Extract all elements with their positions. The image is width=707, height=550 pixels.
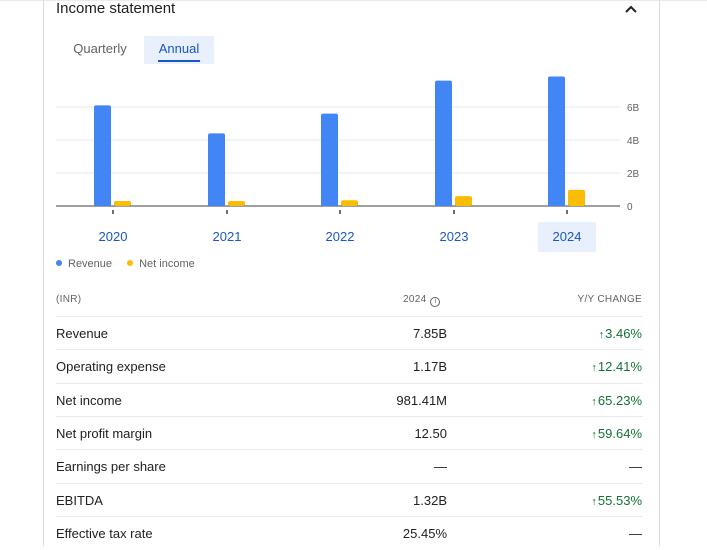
year-button-2022[interactable]: 2022 (311, 222, 369, 252)
table-row: Effective tax rate 25.45% — (56, 515, 643, 550)
row-change-value: 12.41% (597, 359, 642, 375)
tab-quarterly[interactable]: Quarterly (62, 36, 138, 64)
row-label: Operating expense (56, 359, 166, 375)
table-row: EBITDA 1.32B ↑55.53% (56, 482, 643, 517)
table-row: Net income 981.41M ↑65.23% (56, 382, 643, 417)
revenue-bar (94, 105, 111, 206)
year-column-label: 2024 (403, 294, 427, 305)
legend-item-net-income: Net income (127, 258, 195, 270)
revenue-bar (208, 133, 225, 206)
row-change: ↑12.41% (591, 359, 642, 374)
net-income-bar (114, 201, 131, 206)
revenue-bar (548, 76, 565, 206)
section-title: Income statement (56, 0, 176, 17)
legend-dot-revenue (56, 260, 62, 266)
row-value: 1.17B (413, 359, 447, 375)
tab-annual-label: Annual (158, 41, 200, 56)
legend-label-revenue: Revenue (68, 258, 113, 270)
row-change: ↑59.64% (591, 426, 642, 441)
row-change: — (629, 526, 642, 541)
row-value: — (434, 459, 447, 475)
row-label: Net income (56, 392, 122, 408)
revenue-bar (435, 80, 452, 206)
row-value: 25.45% (402, 525, 447, 541)
row-change: ↑3.46% (599, 326, 642, 341)
y-tick-label: 0 (627, 202, 633, 213)
table-row: Earnings per share — — (56, 449, 643, 483)
row-change-value: 65.23% (597, 392, 642, 408)
arrow-up-icon: ↑ (591, 395, 597, 408)
arrow-up-icon: ↑ (591, 428, 597, 441)
chevron-up-icon[interactable] (623, 2, 639, 16)
row-change: ↑55.53% (591, 493, 642, 508)
row-label: EBITDA (56, 492, 103, 508)
tab-annual[interactable]: Annual (144, 36, 214, 64)
currency-label: (INR) (56, 294, 82, 305)
arrow-up-icon: ↑ (591, 495, 597, 508)
net-income-bar (455, 196, 472, 206)
table-row: Net profit margin 12.50 ↑59.64% (56, 415, 643, 450)
net-income-bar (341, 200, 358, 206)
row-change: ↑65.23% (591, 393, 642, 408)
row-change-value: 3.46% (605, 326, 642, 341)
year-column-header: 2024 i (403, 294, 441, 307)
legend-label-net-income: Net income (139, 258, 195, 270)
net-income-bar (568, 189, 585, 206)
arrow-up-icon: ↑ (598, 329, 605, 341)
year-button-2020[interactable]: 2020 (84, 222, 142, 252)
y-tick-label: 6B (627, 103, 640, 114)
row-value: 12.50 (414, 425, 447, 441)
revenue-bar (321, 113, 338, 206)
year-button-2023[interactable]: 2023 (425, 222, 483, 252)
row-label: Net profit margin (56, 425, 153, 441)
row-value: 981.41M (396, 392, 447, 408)
year-button-2021[interactable]: 2021 (198, 222, 256, 252)
info-icon[interactable]: i (430, 297, 441, 307)
legend-dot-net-income (127, 260, 134, 266)
row-label: Revenue (56, 326, 109, 341)
row-change-value: 55.53% (597, 492, 642, 508)
y-tick-label: 4B (627, 136, 640, 147)
row-value: 1.32B (413, 492, 447, 508)
table-row: Revenue 7.85B ↑3.46% (56, 316, 643, 350)
y-tick-label: 2B (627, 169, 640, 180)
row-change-value: 59.64% (597, 425, 642, 441)
year-button-2024[interactable]: 2024 (538, 222, 596, 252)
yy-change-header: Y/Y CHANGE (577, 294, 642, 305)
row-change-value: — (629, 525, 642, 541)
legend-item-revenue: Revenue (56, 258, 112, 270)
net-income-bar (228, 201, 245, 206)
row-change-value: — (629, 459, 642, 475)
arrow-up-icon: ↑ (591, 362, 597, 375)
tab-selected-indicator (158, 60, 200, 62)
table-row: Operating expense 1.17B ↑12.41% (56, 349, 643, 383)
row-change: — (629, 459, 642, 474)
row-label: Earnings per share (56, 459, 166, 475)
chart-legend: Revenue Net income (56, 258, 207, 270)
row-value: 7.85B (413, 326, 447, 341)
row-label: Effective tax rate (56, 525, 153, 541)
income-chart: 0 2B 4B 6B (56, 76, 640, 214)
